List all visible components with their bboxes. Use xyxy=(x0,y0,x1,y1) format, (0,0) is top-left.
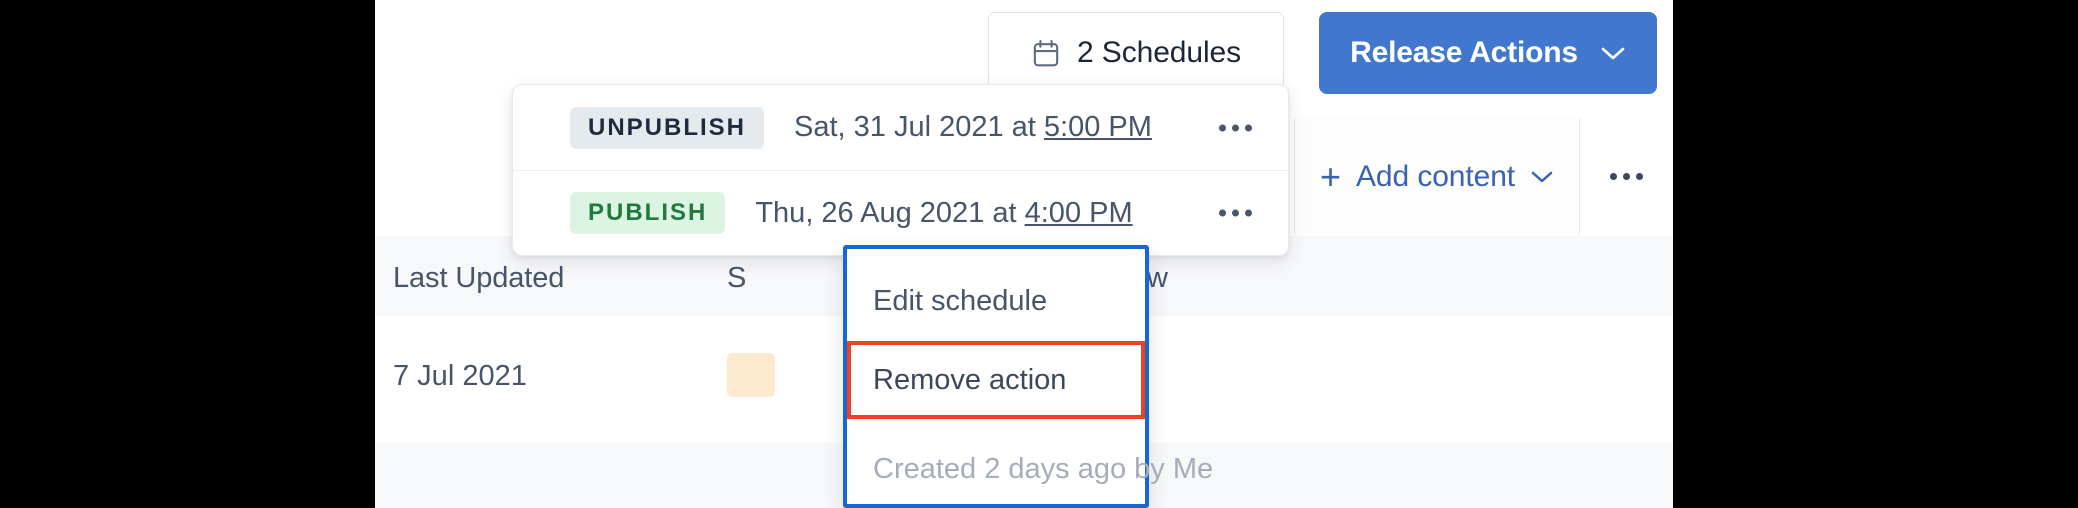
chevron-down-icon xyxy=(1600,45,1626,61)
calendar-icon xyxy=(1031,38,1061,69)
column-header-status[interactable]: S xyxy=(727,262,746,295)
schedule-overflow-button-publish[interactable] xyxy=(1219,209,1252,217)
kebab-menu-icon xyxy=(1219,124,1252,131)
letterbox-left xyxy=(0,0,375,508)
plus-icon: + xyxy=(1319,155,1341,197)
schedule-datetime-publish: Thu, 26 Aug 2021 at 4:00 PM xyxy=(755,197,1132,230)
add-content-label: Add content xyxy=(1356,159,1516,193)
schedule-date-text: Thu, 26 Aug 2021 at xyxy=(755,196,1025,229)
schedules-popup: UNPUBLISH Sat, 31 Jul 2021 at 5:00 PM PU… xyxy=(512,84,1289,256)
screenshot-stage: 2 Schedules Release Actions + Add conten… xyxy=(0,0,2078,508)
status-badge xyxy=(727,353,775,397)
schedule-overflow-button-unpublish[interactable] xyxy=(1219,124,1252,131)
release-actions-label: Release Actions xyxy=(1350,36,1578,69)
schedule-time-link[interactable]: 5:00 PM xyxy=(1044,111,1152,143)
schedule-badge-publish: PUBLISH xyxy=(570,192,726,234)
column-header-last-updated[interactable]: Last Updated xyxy=(393,262,564,295)
schedule-time-link[interactable]: 4:00 PM xyxy=(1025,197,1133,229)
kebab-menu-icon xyxy=(1610,173,1643,180)
subbar-overflow-button[interactable] xyxy=(1580,118,1673,235)
letterbox-right xyxy=(1673,0,2078,508)
menu-item-edit-schedule[interactable]: Edit schedule xyxy=(847,263,1145,339)
schedules-button-label: 2 Schedules xyxy=(1076,36,1242,69)
schedule-row-unpublish[interactable]: UNPUBLISH Sat, 31 Jul 2021 at 5:00 PM xyxy=(513,85,1288,170)
app-surface: 2 Schedules Release Actions + Add conten… xyxy=(375,0,1673,508)
schedule-context-menu: Edit schedule Remove action Created 2 da… xyxy=(843,245,1214,508)
schedules-button[interactable]: 2 Schedules xyxy=(988,12,1284,94)
schedule-badge-unpublish: UNPUBLISH xyxy=(570,106,765,149)
add-content-button[interactable]: + Add content xyxy=(1294,118,1580,235)
schedule-datetime-unpublish: Sat, 31 Jul 2021 at 5:00 PM xyxy=(794,111,1152,144)
release-actions-button[interactable]: Release Actions xyxy=(1319,12,1657,94)
schedule-date-text: Sat, 31 Jul 2021 at xyxy=(794,111,1044,143)
cell-last-updated: 7 Jul 2021 xyxy=(393,360,527,392)
kebab-menu-icon xyxy=(1219,209,1252,217)
schedule-row-publish[interactable]: PUBLISH Thu, 26 Aug 2021 at 4:00 PM xyxy=(513,170,1288,255)
menu-item-created-meta: Created 2 days ago by Me xyxy=(873,452,1214,485)
menu-item-remove-action[interactable]: Remove action xyxy=(847,341,1145,419)
chevron-down-icon xyxy=(1530,169,1554,184)
